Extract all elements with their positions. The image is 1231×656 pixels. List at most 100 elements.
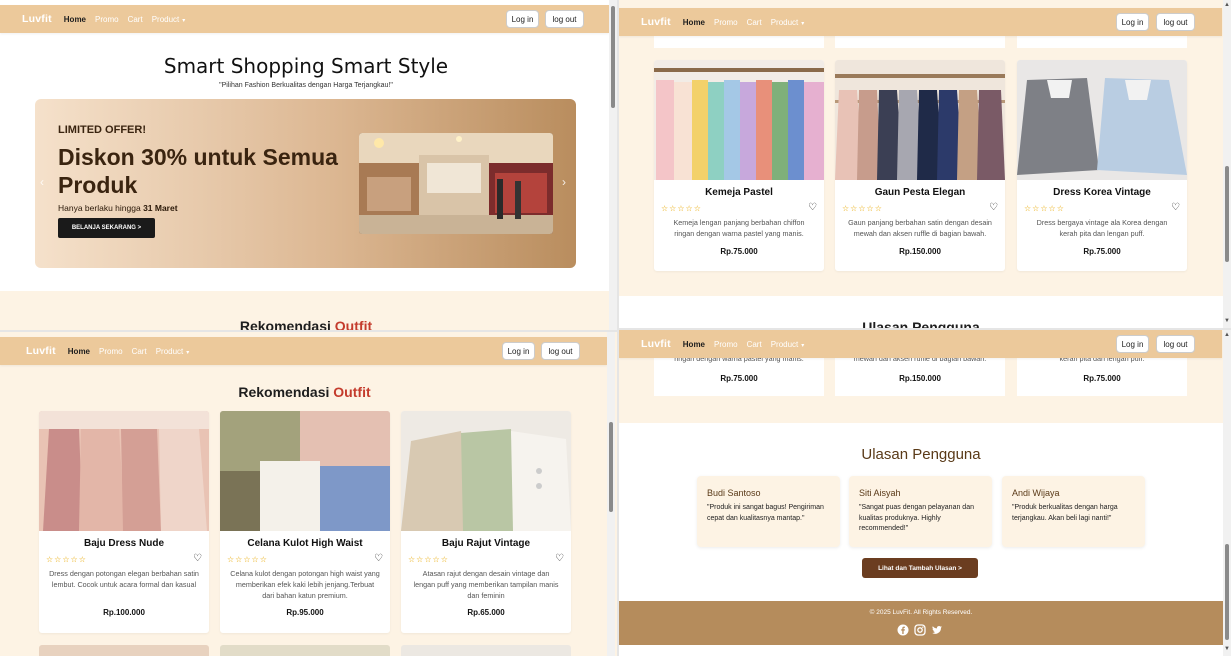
nav-cart[interactable]: Cart [128,15,143,24]
reviews-title: Ulasan Pengguna [861,446,981,463]
logout-button[interactable]: log out [541,342,580,360]
nav-home[interactable]: Home [683,18,705,27]
rating-stars[interactable]: ☆☆☆☆☆ [1024,204,1065,213]
brand-logo[interactable]: Luvfit [641,16,671,28]
facebook-icon[interactable] [897,624,909,636]
recommend-title-a: Rekomendasi [238,384,334,400]
login-button[interactable]: Log in [1116,335,1149,353]
nav-home[interactable]: Home [68,347,90,356]
scrollbar[interactable] [607,332,615,656]
nav-promo[interactable]: Promo [95,15,119,24]
product-price: Rp.95.000 [286,608,324,617]
product-image [401,411,571,531]
heart-icon[interactable]: ♡ [808,202,817,213]
scrollbar[interactable]: ▲ ▼ [1223,0,1231,328]
product-image [220,411,390,531]
logout-button[interactable]: log out [1156,13,1195,31]
carousel-prev-icon[interactable]: ‹ [40,175,44,189]
review-card: Andi Wijaya "Produk berkualitas dengan h… [1002,476,1145,547]
nav-cart[interactable]: Cart [132,347,147,356]
product-name: Baju Rajut Vintage [441,538,531,549]
promo-note-prefix: Hanya berlaku hingga [58,203,144,213]
shop-now-button[interactable]: BELANJA SEKARANG > [58,218,155,238]
nav-product-dropdown[interactable]: Product ▾ [156,347,190,356]
product-image [835,60,1005,180]
page-title: Smart Shopping Smart Style [163,54,449,78]
navbar: Luvfit Home Promo Cart Product ▾ Log in l… [0,337,607,365]
product-card[interactable]: Baju Rajut Vintage ☆☆☆☆☆ ♡ Atasan rajut … [401,411,571,633]
reviewer-name: Andi Wijaya [1012,488,1060,498]
logout-button[interactable]: log out [545,10,584,28]
product-name: Gaun Pesta Elegan [874,187,966,198]
nav-product-label: Product [151,14,180,24]
rating-stars[interactable]: ☆☆☆☆☆ [661,204,702,213]
brand-logo[interactable]: Luvfit [641,338,671,350]
carousel-next-icon[interactable]: › [562,175,566,189]
recommend-title-a: Rekomendasi [239,318,335,330]
review-text: "Produk berkualitas dengan harga terjang… [1012,504,1118,522]
product-card[interactable]: Kemeja Pastel ☆☆☆☆☆ ♡ Kemeja lengan panj… [654,60,824,271]
nav-product-dropdown[interactable]: Product ▾ [771,340,805,349]
product-description: Kemeja lengan panjang berbahan chiffon r… [673,218,805,238]
nav-cart[interactable]: Cart [747,340,762,349]
reviewer-name: Budi Santoso [707,488,761,498]
product-price: Rp.75.000 [1083,374,1121,383]
heart-icon[interactable]: ♡ [1171,202,1180,213]
instagram-icon[interactable] [914,624,926,636]
store-interior-image [359,133,553,234]
product-name: Kemeja Pastel [705,187,773,198]
heart-icon[interactable]: ♡ [555,553,564,564]
review-text: "Sangat puas dengan pelayanan dan kualit… [859,504,974,532]
nav-product-dropdown[interactable]: Product ▾ [771,18,805,27]
copyright: © 2025 LuvFit. All Rights Reserved. [869,609,973,616]
pane-divider [619,328,1231,330]
product-card[interactable]: Celana Kulot High Waist ☆☆☆☆☆ ♡ Celana k… [220,411,390,633]
product-price: Rp.65.000 [467,608,505,617]
product-card[interactable]: Gaun Pesta Elegan ☆☆☆☆☆ ♡ Gaun panjang b… [835,60,1005,271]
rating-stars[interactable]: ☆☆☆☆☆ [842,204,883,213]
rating-stars[interactable]: ☆☆☆☆☆ [408,555,449,564]
add-review-button[interactable]: Lihat dan Tambah Ulasan > [862,558,978,578]
rating-stars[interactable]: ☆☆☆☆☆ [227,555,268,564]
heart-icon[interactable]: ♡ [374,553,383,564]
scrollbar[interactable]: ▲ ▼ [1223,330,1231,656]
product-description: Gaun panjang berbahan satin dengan desai… [848,218,992,238]
nav-home[interactable]: Home [683,340,705,349]
product-card[interactable]: Baju Dress Nude ☆☆☆☆☆ ♡ Dress dengan pot… [39,411,209,633]
product-price: Rp.75.000 [1083,247,1121,256]
heart-icon[interactable]: ♡ [989,202,998,213]
card-bottom-peek [1017,36,1187,48]
composite-screenshot: Luvfit Home Promo Cart Product ▾ Log in l… [0,0,1231,656]
product-card[interactable]: Dress Korea Vintage ☆☆☆☆☆ ♡ Dress bergay… [1017,60,1187,271]
nav-promo[interactable]: Promo [714,340,738,349]
nav-product-dropdown[interactable]: Product ▾ [152,15,186,24]
twitter-icon[interactable] [931,624,943,636]
product-image [654,60,824,180]
login-button[interactable]: Log in [502,342,535,360]
reviewer-name: Siti Aisyah [859,488,901,498]
product-price: Rp.150.000 [899,247,941,256]
product-name: Celana Kulot High Waist [247,538,363,549]
review-card: Budi Santoso "Produk ini sangat bagus! P… [697,476,840,547]
recommend-title-cut: Rekomendasi Outfit [0,318,612,330]
promo-note: Hanya berlaku hingga 31 Maret [58,203,178,213]
card-bottom-peek [654,36,824,48]
nav-home[interactable]: Home [64,15,86,24]
login-button[interactable]: Log in [506,10,539,28]
navbar: Luvfit Home Promo Cart Product ▾ Log in l… [619,330,1222,358]
brand-logo[interactable]: Luvfit [22,13,52,25]
login-button[interactable]: Log in [1116,13,1149,31]
logout-button[interactable]: log out [1156,335,1195,353]
brand-logo[interactable]: Luvfit [26,345,56,357]
promo-carousel: LIMITED OFFER! Diskon 30% untuk Semua Pr… [35,99,576,268]
nav-promo[interactable]: Promo [714,18,738,27]
nav-promo[interactable]: Promo [99,347,123,356]
product-description: Dress bergaya vintage ala Korea dengan k… [1036,218,1168,238]
navbar: Luvfit Home Promo Cart Product ▾ Log in l… [0,5,609,33]
scrollbar[interactable] [609,0,617,330]
heart-icon[interactable]: ♡ [193,553,202,564]
nav-product-label: Product [770,17,799,27]
navbar: Luvfit Home Promo Cart Product ▾ Log in l… [619,8,1222,36]
nav-cart[interactable]: Cart [747,18,762,27]
rating-stars[interactable]: ☆☆☆☆☆ [46,555,87,564]
